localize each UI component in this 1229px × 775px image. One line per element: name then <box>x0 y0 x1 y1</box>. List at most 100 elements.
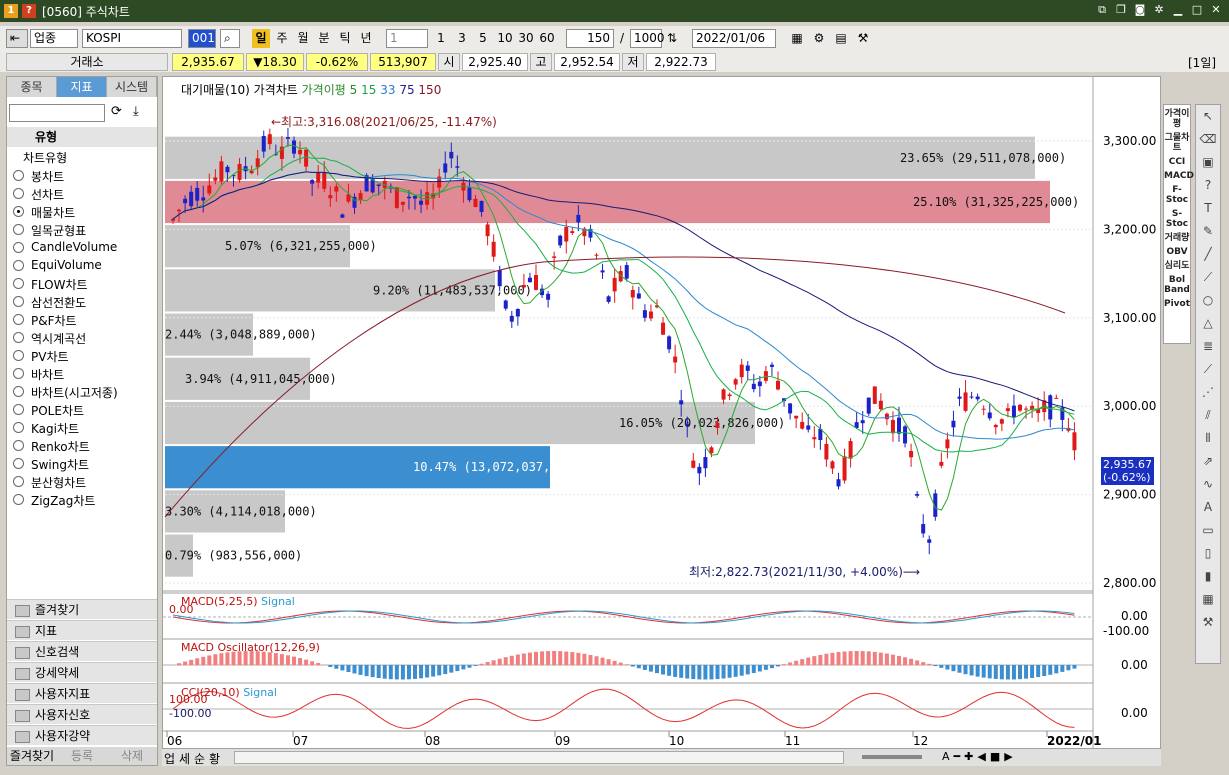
indicator-tool-item[interactable]: Bol Band <box>1164 275 1190 295</box>
radio-icon[interactable] <box>13 422 24 433</box>
copy-icon[interactable]: ❐ <box>1114 3 1128 17</box>
indicator-tool-item[interactable]: 가격이평 <box>1164 109 1190 129</box>
ray-icon[interactable]: ⟋ <box>1196 266 1220 289</box>
radio-icon[interactable] <box>13 440 24 451</box>
prev-icon[interactable]: ⇤ <box>6 29 28 48</box>
radio-icon[interactable] <box>13 188 24 199</box>
chart-type-item[interactable]: PV차트 <box>13 348 69 365</box>
indicator-tool-item[interactable]: F-Stoc <box>1164 185 1190 205</box>
tab-delete[interactable]: 삭제 <box>107 747 157 765</box>
text-icon[interactable]: T <box>1196 197 1220 220</box>
radio-icon[interactable] <box>13 350 24 361</box>
folder-item[interactable]: 사용자강약 <box>7 725 157 745</box>
total-field[interactable]: 1000 <box>630 29 665 48</box>
line-icon[interactable]: ╱ <box>1196 243 1220 266</box>
folder-item[interactable]: 즐겨찾기 <box>7 599 157 619</box>
cursor-icon[interactable]: ↖ <box>1196 105 1220 128</box>
quick-30[interactable]: 30 <box>516 29 536 48</box>
radio-icon[interactable] <box>13 224 24 235</box>
chart-type-item[interactable]: 매물차트 <box>13 204 75 221</box>
folder-item[interactable]: 강세약세 <box>7 662 157 682</box>
period-month[interactable]: 월 <box>294 29 312 48</box>
tab-register[interactable]: 등록 <box>57 747 107 765</box>
close-icon[interactable]: ✕ <box>1209 3 1223 17</box>
window-icon[interactable]: ▭ <box>1196 519 1220 542</box>
code-field[interactable]: 001 <box>188 29 216 48</box>
tools-icon[interactable]: ⚒ <box>854 29 872 48</box>
help-badge[interactable]: ? <box>22 4 36 18</box>
camera-icon[interactable]: ◙ <box>1133 3 1147 17</box>
download-icon[interactable]: ⤓ <box>133 104 139 119</box>
indicator-tool-item[interactable]: 심리도 <box>1164 261 1190 271</box>
tab-system[interactable]: 시스템 <box>107 77 157 97</box>
sidebar-search-input[interactable] <box>9 104 105 122</box>
eraser-icon[interactable]: ⌫ <box>1196 128 1220 151</box>
save-icon[interactable]: ▤ <box>832 29 850 48</box>
chart-type-item[interactable]: 분산형차트 <box>13 474 86 491</box>
chart-type-item[interactable]: 삼선전환도 <box>13 294 86 311</box>
horizontal-scrollbar[interactable] <box>234 751 844 764</box>
gear-icon[interactable]: ✲ <box>1152 3 1166 17</box>
bottom-tab-0[interactable]: 업 <box>164 750 175 767</box>
period-tick[interactable]: 틱 <box>336 29 354 48</box>
chart-area[interactable]: 23.65% (29,511,078,000) 25.10% (31,325,22… <box>162 76 1161 766</box>
bottom-tab-1[interactable]: 세 <box>179 750 190 767</box>
chart-type-item[interactable]: CandleVolume <box>13 240 117 254</box>
all-icon[interactable]: ▣ <box>1196 151 1220 174</box>
wrench-icon[interactable]: ⚒ <box>1196 611 1220 634</box>
radio-icon[interactable] <box>13 260 24 271</box>
arrow-icon[interactable]: ⇗ <box>1196 450 1220 473</box>
chart-type-item[interactable]: 선차트 <box>13 186 64 203</box>
gann-icon[interactable]: ⟋ <box>1196 358 1220 381</box>
folder-item[interactable]: 지표 <box>7 620 157 640</box>
period-week[interactable]: 주 <box>273 29 291 48</box>
doc-icon[interactable]: ▯ <box>1196 542 1220 565</box>
chart-settings-icon[interactable]: ▦ <box>788 29 806 48</box>
minimize-icon[interactable]: ▁ <box>1171 3 1185 17</box>
chart-type-item[interactable]: ZigZag차트 <box>13 492 95 509</box>
radio-icon[interactable] <box>13 206 24 217</box>
radio-icon[interactable] <box>13 296 24 307</box>
bottom-tab-2[interactable]: 순 <box>194 750 205 767</box>
indicator-tool-item[interactable]: CCI <box>1164 157 1190 167</box>
interval-select[interactable]: 1 <box>386 29 428 48</box>
indicator-tool-item[interactable]: Pivot <box>1164 299 1190 309</box>
auto-icon[interactable]: A <box>1196 496 1220 519</box>
pen-icon[interactable]: ✎ <box>1196 220 1220 243</box>
radio-icon[interactable] <box>13 314 24 325</box>
indicator-tool-item[interactable]: OBV <box>1164 247 1190 257</box>
nav-icons[interactable]: A━✚◀■▶ <box>942 750 1017 763</box>
quick-10[interactable]: 10 <box>495 29 515 48</box>
fibo-icon[interactable]: ≣ <box>1196 335 1220 358</box>
radio-icon[interactable] <box>13 494 24 505</box>
chart-type-item[interactable]: 역시계곡선 <box>13 330 86 347</box>
period-minute[interactable]: 분 <box>315 29 333 48</box>
grid-icon[interactable]: ▦ <box>1196 588 1220 611</box>
tab-stock[interactable]: 종목 <box>7 77 57 97</box>
category-select[interactable]: 업종 <box>30 29 78 48</box>
folder-item[interactable]: 신호검색 <box>7 641 157 661</box>
chart-type-item[interactable]: 일목균형표 <box>13 222 86 239</box>
period-day[interactable]: 일 <box>252 29 270 48</box>
period-year[interactable]: 년 <box>357 29 375 48</box>
wave-icon[interactable]: ∿ <box>1196 473 1220 496</box>
question-icon[interactable]: ? <box>1196 174 1220 197</box>
chart-type-item[interactable]: POLE차트 <box>13 402 84 419</box>
section-type[interactable]: 유형 <box>7 127 157 147</box>
refresh-icon[interactable]: ⟳ <box>111 104 122 119</box>
chart-type-item[interactable]: Kagi차트 <box>13 420 79 437</box>
fan-icon[interactable]: ⋰ <box>1196 381 1220 404</box>
radio-icon[interactable] <box>13 278 24 289</box>
tab-favorites[interactable]: 즐겨찾기 <box>7 747 57 765</box>
quick-1[interactable]: 1 <box>432 29 450 48</box>
date-select[interactable]: 2022/01/06 <box>692 29 776 48</box>
search-icon[interactable]: ⌕ <box>220 29 240 48</box>
radio-icon[interactable] <box>13 386 24 397</box>
bottom-tab-3[interactable]: 황 <box>209 750 220 767</box>
chart-type-item[interactable]: 바차트 <box>13 366 64 383</box>
indicator-tool-item[interactable]: S-Stoc <box>1164 209 1190 229</box>
radio-icon[interactable] <box>13 332 24 343</box>
quick-3[interactable]: 3 <box>453 29 471 48</box>
bar-chart-icon[interactable]: ▮ <box>1196 565 1220 588</box>
folder-item[interactable]: 사용자지표 <box>7 683 157 703</box>
